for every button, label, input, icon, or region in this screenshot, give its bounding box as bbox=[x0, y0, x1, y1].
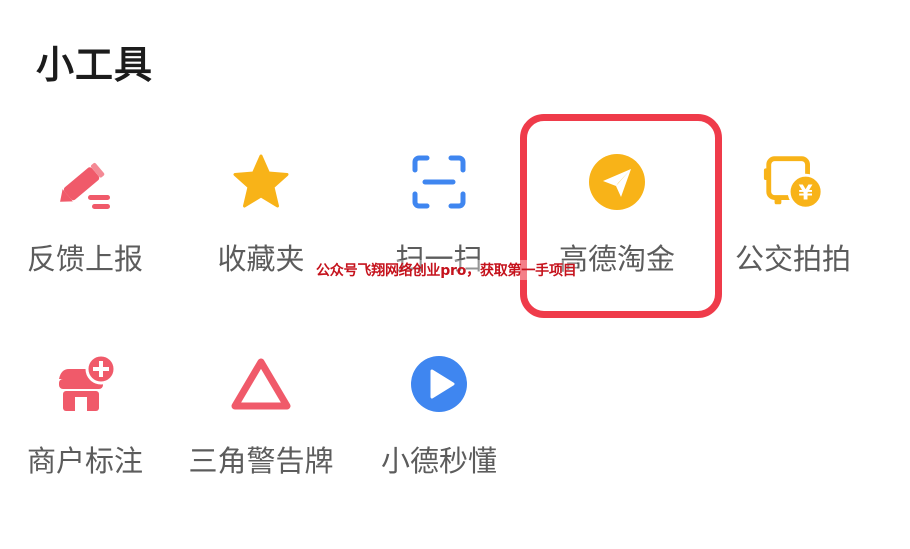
highlight-box bbox=[520, 114, 722, 318]
warning-triangle-icon bbox=[229, 352, 293, 416]
tool-label: 收藏夹 bbox=[217, 242, 305, 276]
tool-xiaode-explain[interactable]: 小德秒懂 bbox=[350, 352, 528, 502]
tool-bus-photo[interactable]: ¥ 公交拍拍 bbox=[704, 150, 882, 300]
tool-warning-triangle[interactable]: 三角警告牌 bbox=[172, 352, 350, 502]
section-title: 小工具 bbox=[36, 43, 154, 87]
star-icon bbox=[229, 150, 293, 214]
watermark-text: 公众号飞翔网络创业pro，获取第一手项目 bbox=[316, 260, 577, 280]
tool-label: 小德秒懂 bbox=[380, 444, 497, 478]
shop-add-icon bbox=[53, 352, 117, 416]
tool-shop-mark[interactable]: 商户标注 bbox=[0, 352, 174, 502]
edit-report-icon bbox=[53, 150, 117, 214]
tool-label: 公交拍拍 bbox=[734, 242, 851, 276]
tool-feedback-report[interactable]: 反馈上报 bbox=[0, 150, 174, 300]
tool-label: 反馈上报 bbox=[26, 242, 143, 276]
play-circle-icon bbox=[407, 352, 471, 416]
tool-label: 商户标注 bbox=[26, 444, 143, 478]
svg-text:¥: ¥ bbox=[799, 180, 813, 204]
scan-icon bbox=[407, 150, 471, 214]
bus-yuan-icon: ¥ bbox=[761, 150, 825, 214]
tool-label: 三角警告牌 bbox=[188, 444, 334, 478]
